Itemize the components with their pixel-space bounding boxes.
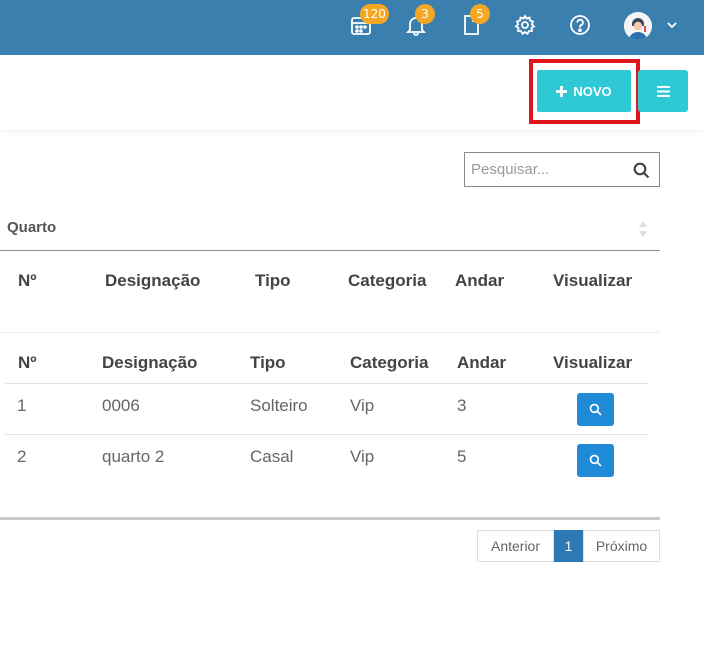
table-row: 2 quarto 2 Casal Vip 5 — [5, 435, 648, 486]
user-avatar[interactable] — [624, 12, 652, 40]
cell-tipo: Casal — [250, 447, 294, 466]
menu-button[interactable] — [638, 70, 688, 112]
pagination-prev[interactable]: Anterior — [477, 530, 554, 562]
divider — [0, 250, 660, 251]
calendar-button[interactable]: 120 — [350, 4, 389, 36]
col-header-categoria[interactable]: Categoria — [350, 353, 428, 373]
user-menu-toggle[interactable] — [665, 18, 679, 32]
section-title: Quarto — [7, 219, 57, 236]
col-header-categoria[interactable]: Categoria — [348, 271, 426, 291]
documents-button[interactable]: 5 — [460, 4, 490, 36]
cell-num: 1 — [17, 396, 27, 415]
help-button[interactable] — [569, 14, 591, 36]
search-input[interactable] — [465, 153, 625, 186]
cell-num: 2 — [17, 447, 27, 466]
sort-icon[interactable] — [637, 219, 649, 239]
pagination-next[interactable]: Próximo — [583, 530, 660, 562]
cell-tipo: Solteiro — [250, 396, 308, 415]
avatar-image — [624, 12, 652, 40]
documents-badge: 5 — [470, 4, 490, 24]
settings-button[interactable] — [514, 14, 536, 36]
divider — [0, 332, 660, 333]
col-header-tipo[interactable]: Tipo — [255, 271, 291, 291]
chevron-down-icon — [667, 22, 677, 29]
new-button[interactable]: NOVO — [537, 70, 631, 112]
col-header-andar[interactable]: Andar — [455, 271, 504, 291]
col-header-designacao[interactable]: Designação — [102, 353, 197, 373]
cell-categoria: Vip — [350, 447, 375, 466]
col-header-andar[interactable]: Andar — [457, 353, 506, 373]
table-row: 1 0006 Solteiro Vip 3 — [5, 384, 648, 435]
col-header-num[interactable]: Nº — [18, 353, 37, 373]
cell-designacao: quarto 2 — [102, 447, 165, 466]
view-button[interactable] — [577, 393, 614, 426]
search-icon[interactable] — [633, 162, 650, 179]
hamburger-icon — [656, 85, 670, 97]
table-bottom-border — [0, 517, 660, 520]
search-icon — [589, 403, 602, 416]
col-header-visualizar[interactable]: Visualizar — [553, 271, 632, 291]
search-icon — [589, 454, 602, 467]
help-icon — [570, 15, 590, 35]
search-box — [464, 152, 660, 187]
cell-categoria: Vip — [350, 396, 375, 415]
plus-icon — [556, 85, 568, 97]
cell-andar: 5 — [457, 447, 467, 466]
col-header-num[interactable]: Nº — [18, 271, 37, 291]
pagination: Anterior 1 Próximo — [477, 530, 660, 562]
col-header-designacao[interactable]: Designação — [105, 271, 200, 291]
gear-icon — [514, 14, 536, 36]
top-navbar: 120 3 5 — [0, 0, 704, 55]
notifications-badge: 3 — [415, 4, 435, 24]
view-button[interactable] — [577, 444, 614, 477]
new-button-label: NOVO — [573, 83, 612, 99]
col-header-visualizar[interactable]: Visualizar — [553, 353, 632, 373]
cell-andar: 3 — [457, 396, 467, 415]
cell-designacao: 0006 — [102, 396, 140, 415]
pagination-page-1[interactable]: 1 — [554, 530, 583, 562]
notifications-button[interactable]: 3 — [405, 4, 435, 36]
calendar-badge: 120 — [360, 4, 389, 24]
col-header-tipo[interactable]: Tipo — [250, 353, 286, 373]
